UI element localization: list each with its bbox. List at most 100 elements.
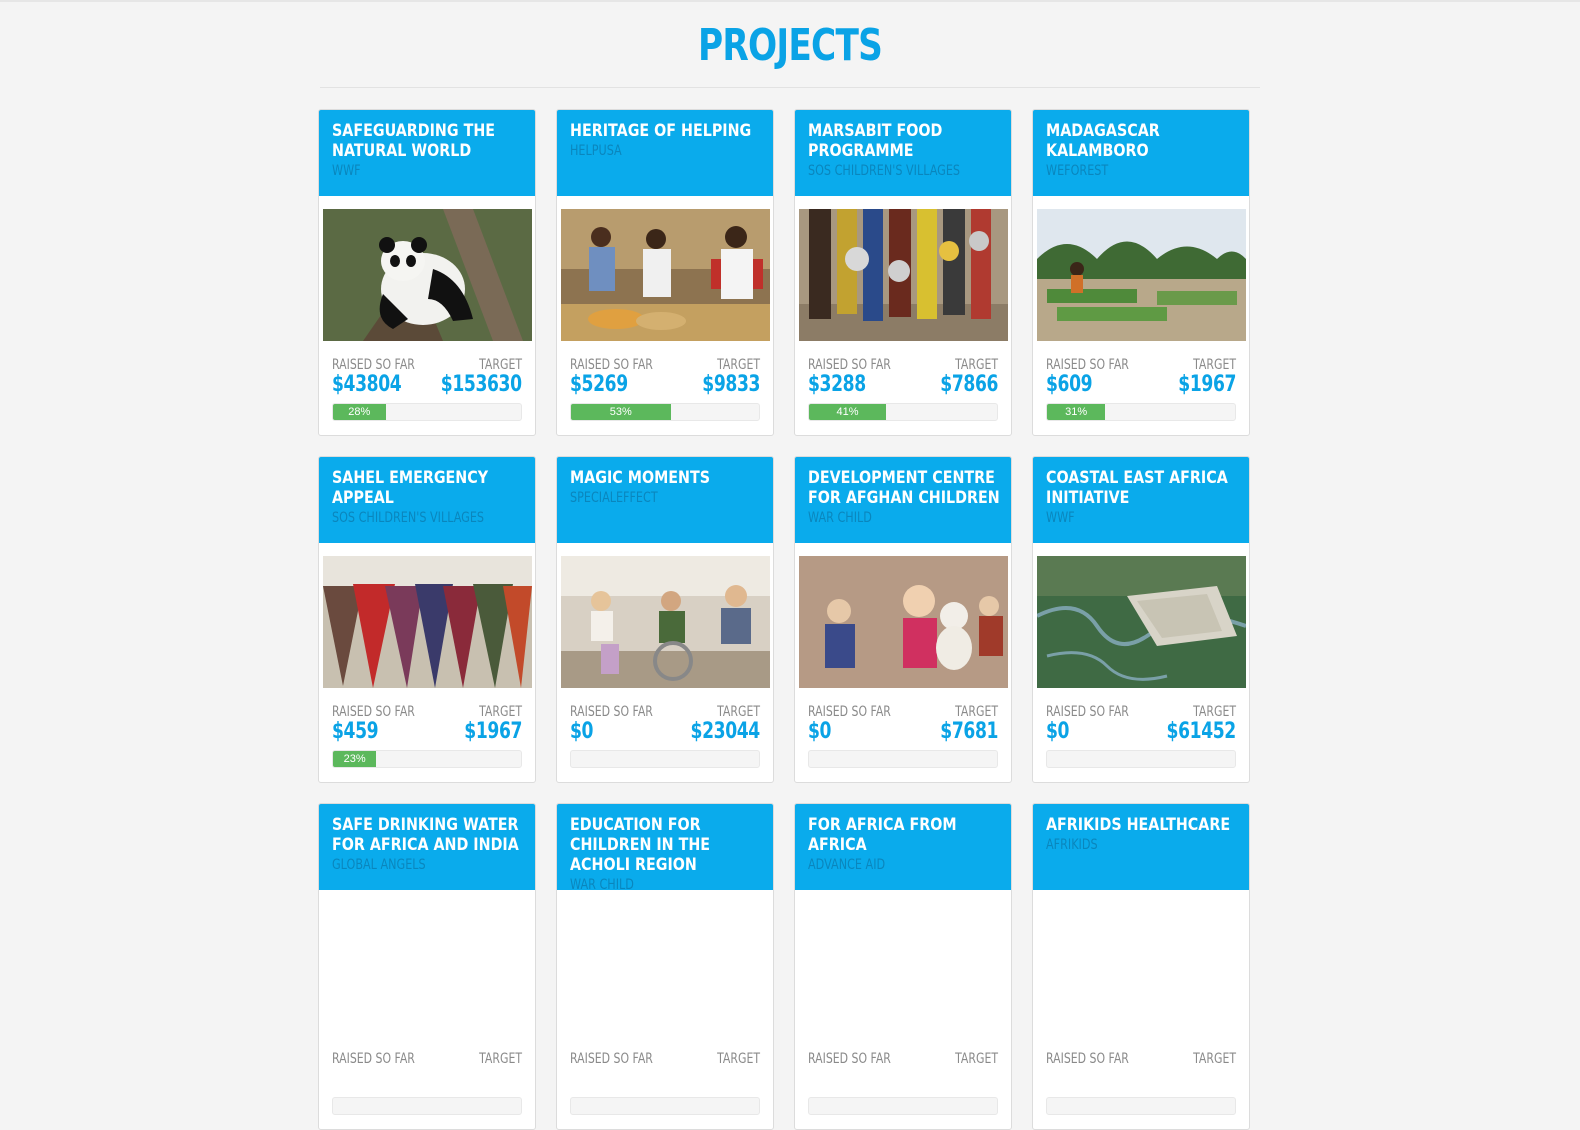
project-image[interactable] <box>1037 903 1246 1035</box>
raised-label: RAISED SO FAR <box>570 357 653 373</box>
project-card-10[interactable]: EDUCATION FOR CHILDREN IN THE ACHOLI REG… <box>556 803 774 1130</box>
project-stats: RAISED SO FAR $43804 TARGET $153630 <box>332 341 522 397</box>
project-organization: AFRIKIDS <box>1046 837 1098 853</box>
project-title[interactable]: AFRIKIDS HEALTHCARE <box>1046 815 1239 835</box>
progress-fill: 28% <box>333 404 386 420</box>
target-label: TARGET <box>717 357 760 373</box>
project-card-header[interactable]: DEVELOPMENT CENTRE FOR AFGHAN CHILDREN W… <box>795 457 1011 543</box>
target-value: $7681 <box>940 719 998 744</box>
project-stats: RAISED SO FAR $3288 TARGET $7866 <box>808 341 998 397</box>
raised-label: RAISED SO FAR <box>1046 357 1129 373</box>
project-title[interactable]: DEVELOPMENT CENTRE FOR AFGHAN CHILDREN <box>808 468 1001 508</box>
progress-bar <box>1046 1097 1236 1115</box>
project-stats: RAISED SO FAR TARGET <box>808 1035 998 1091</box>
project-title[interactable]: FOR AFRICA FROM AFRICA <box>808 815 1001 855</box>
progress-fill: 23% <box>333 751 377 767</box>
target-label: TARGET <box>479 1051 522 1067</box>
project-stats: RAISED SO FAR TARGET <box>1046 1035 1236 1091</box>
project-image[interactable] <box>1036 209 1246 341</box>
project-image[interactable] <box>1036 556 1246 688</box>
progress-bar <box>332 1097 522 1115</box>
project-organization: WAR CHILD <box>570 877 634 893</box>
project-organization: SPECIALEFFECT <box>570 490 658 506</box>
project-image[interactable] <box>798 209 1008 341</box>
progress-bar <box>808 1097 998 1115</box>
raised-label: RAISED SO FAR <box>570 1051 653 1067</box>
project-card-8[interactable]: COASTAL EAST AFRICA INITIATIVE WWF RAISE… <box>1032 456 1250 783</box>
project-title[interactable]: SAFEGUARDING THE NATURAL WORLD <box>332 121 525 161</box>
project-title[interactable]: SAHEL EMERGENCY APPEAL <box>332 468 525 508</box>
children-with-bowls-photo <box>798 209 1008 341</box>
project-stats: RAISED SO FAR TARGET <box>570 1035 760 1091</box>
project-card-header[interactable]: MADAGASCAR KALAMBORO WEFOREST <box>1033 110 1249 196</box>
project-organization: HELPUSA <box>570 143 622 159</box>
project-card-header[interactable]: MARSABIT FOOD PROGRAMME SOS CHILDREN'S V… <box>795 110 1011 196</box>
target-label: TARGET <box>1193 357 1236 373</box>
raised-value: $459 <box>332 719 379 744</box>
project-stats: RAISED SO FAR $0 TARGET $61452 <box>1046 688 1236 744</box>
project-image[interactable] <box>323 903 532 1035</box>
project-card-9[interactable]: SAFE DRINKING WATER FOR AFRICA AND INDIA… <box>318 803 536 1130</box>
aerial-mangroves-photo <box>1036 556 1246 688</box>
project-card-7[interactable]: DEVELOPMENT CENTRE FOR AFGHAN CHILDREN W… <box>794 456 1012 783</box>
project-card-header[interactable]: MAGIC MOMENTS SPECIALEFFECT <box>557 457 773 543</box>
project-image[interactable] <box>322 209 532 341</box>
target-label: TARGET <box>1193 704 1236 720</box>
project-title[interactable]: COASTAL EAST AFRICA INITIATIVE <box>1046 468 1239 508</box>
progress-bar <box>808 750 998 768</box>
project-card-2[interactable]: HERITAGE OF HELPING HELPUSA RAISED SO FA… <box>556 109 774 436</box>
project-card-4[interactable]: MADAGASCAR KALAMBORO WEFOREST RAISED SO … <box>1032 109 1250 436</box>
raised-value: $43804 <box>332 372 402 397</box>
project-organization: WAR CHILD <box>808 510 872 526</box>
project-image[interactable] <box>322 556 532 688</box>
progress-bar: 23% <box>332 750 522 768</box>
project-card-header[interactable]: SAFEGUARDING THE NATURAL WORLD WWF <box>319 110 535 196</box>
project-card-6[interactable]: MAGIC MOMENTS SPECIALEFFECT RAISED SO FA… <box>556 456 774 783</box>
project-card-5[interactable]: SAHEL EMERGENCY APPEAL SOS CHILDREN'S VI… <box>318 456 536 783</box>
progress-bar <box>1046 750 1236 768</box>
project-card-header[interactable]: SAHEL EMERGENCY APPEAL SOS CHILDREN'S VI… <box>319 457 535 543</box>
progress-bar: 53% <box>570 403 760 421</box>
target-label: TARGET <box>955 1051 998 1067</box>
page-title: PROJECTS <box>697 20 883 71</box>
target-value: $1967 <box>1178 372 1236 397</box>
project-image[interactable] <box>798 556 1008 688</box>
progress-bar: 31% <box>1046 403 1236 421</box>
project-image[interactable] <box>561 903 770 1035</box>
project-organization: SOS CHILDREN'S VILLAGES <box>332 510 485 526</box>
project-stats: RAISED SO FAR $0 TARGET $7681 <box>808 688 998 744</box>
project-title[interactable]: MAGIC MOMENTS <box>570 468 763 488</box>
project-image[interactable] <box>799 903 1008 1035</box>
project-card-header[interactable]: EDUCATION FOR CHILDREN IN THE ACHOLI REG… <box>557 804 773 893</box>
project-image[interactable] <box>560 556 770 688</box>
project-card-11[interactable]: FOR AFRICA FROM AFRICA ADVANCE AID RAISE… <box>794 803 1012 1130</box>
project-card-12[interactable]: AFRIKIDS HEALTHCARE AFRIKIDS RAISED SO F… <box>1032 803 1250 1130</box>
top-border <box>0 0 1580 2</box>
raised-value: $0 <box>570 719 594 744</box>
project-title[interactable]: MADAGASCAR KALAMBORO <box>1046 121 1239 161</box>
project-title[interactable]: HERITAGE OF HELPING <box>570 121 763 141</box>
project-title[interactable]: MARSABIT FOOD PROGRAMME <box>808 121 1001 161</box>
raised-value: $5269 <box>570 372 628 397</box>
project-card-1[interactable]: SAFEGUARDING THE NATURAL WORLD WWF RAISE… <box>318 109 536 436</box>
project-stats: RAISED SO FAR $5269 TARGET $9833 <box>570 341 760 397</box>
raised-label: RAISED SO FAR <box>1046 704 1129 720</box>
project-title[interactable]: EDUCATION FOR CHILDREN IN THE ACHOLI REG… <box>570 815 763 875</box>
project-card-header[interactable]: COASTAL EAST AFRICA INITIATIVE WWF <box>1033 457 1249 543</box>
target-label: TARGET <box>717 1051 760 1067</box>
raised-label: RAISED SO FAR <box>570 704 653 720</box>
project-stats: RAISED SO FAR $459 TARGET $1967 <box>332 688 522 744</box>
project-title[interactable]: SAFE DRINKING WATER FOR AFRICA AND INDIA <box>332 815 525 855</box>
target-value: $61452 <box>1166 719 1237 744</box>
raised-value: $3288 <box>808 372 866 397</box>
project-card-header[interactable]: HERITAGE OF HELPING HELPUSA <box>557 110 773 196</box>
project-image[interactable] <box>560 209 770 341</box>
project-card-header[interactable]: AFRIKIDS HEALTHCARE AFRIKIDS <box>1033 804 1249 890</box>
project-card-header[interactable]: SAFE DRINKING WATER FOR AFRICA AND INDIA… <box>319 804 535 890</box>
project-stats: RAISED SO FAR $0 TARGET $23044 <box>570 688 760 744</box>
project-card-header[interactable]: FOR AFRICA FROM AFRICA ADVANCE AID <box>795 804 1011 890</box>
project-organization: WWF <box>332 163 361 179</box>
target-label: TARGET <box>955 704 998 720</box>
project-card-3[interactable]: MARSABIT FOOD PROGRAMME SOS CHILDREN'S V… <box>794 109 1012 436</box>
children-in-classroom-photo <box>560 556 770 688</box>
